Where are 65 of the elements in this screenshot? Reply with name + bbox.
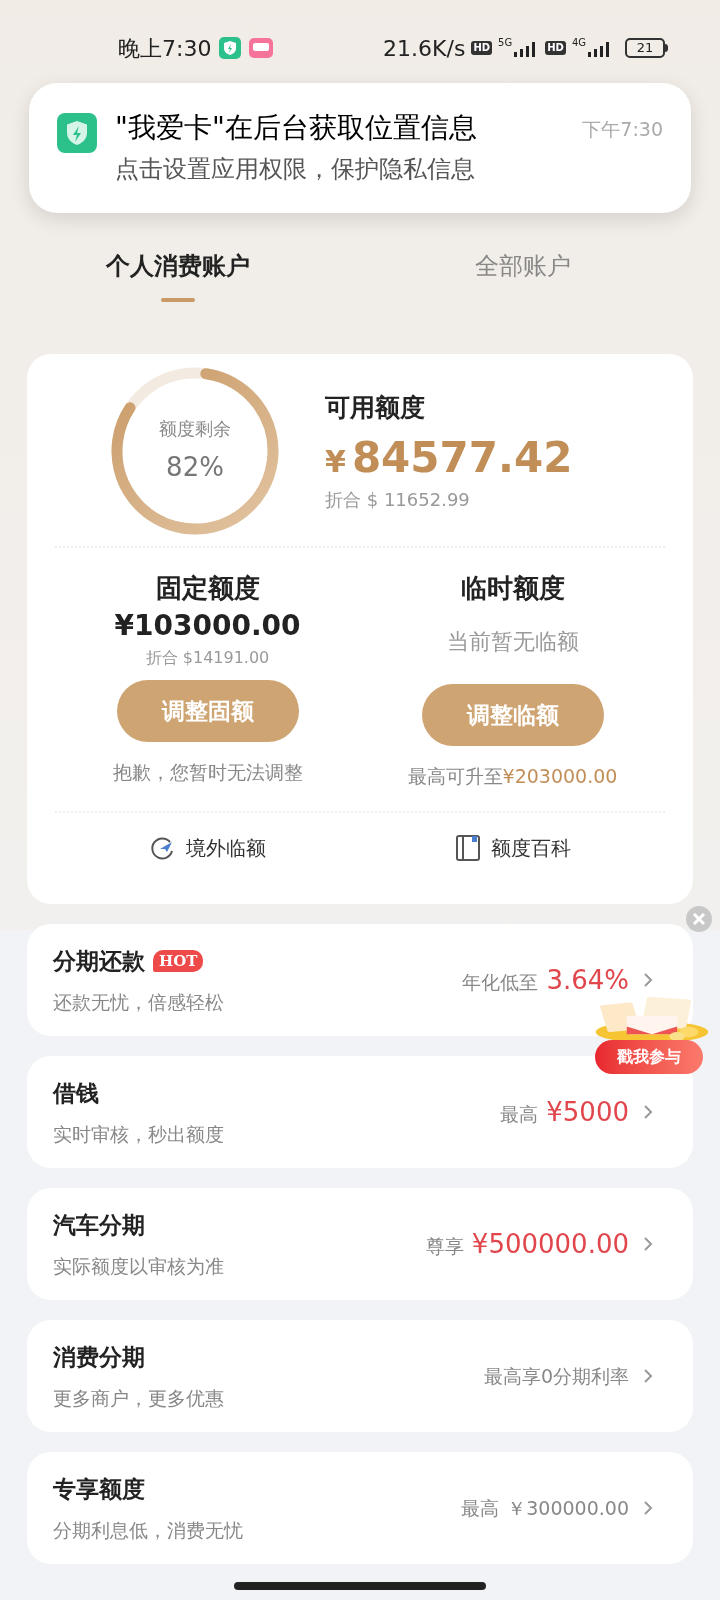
status-time: 晚上7:30 (118, 34, 212, 63)
service-title: 分期还款 (53, 946, 145, 976)
notification-body: 点击设置应用权限，保护隐私信息 (115, 154, 476, 185)
converted-amount: 折合 $ 11652.99 (325, 488, 471, 513)
service-row[interactable]: 汽车分期 实际额度以审核为准 尊享 ¥500000.00 (27, 1188, 693, 1300)
service-title: 借钱 (53, 1078, 99, 1108)
offer-value: ￥300000.00 (507, 1495, 629, 1521)
offer-label: 尊享 (425, 1233, 464, 1259)
quick-link[interactable]: 境外临额 (55, 832, 360, 863)
credit-status: 当前暂无临额 (446, 628, 579, 656)
service-title: 专享额度 (53, 1474, 145, 1504)
credit-type-title: 临时额度 (460, 572, 565, 605)
battery-indicator: 21 (625, 38, 665, 58)
notification-time: 下午7:30 (582, 117, 663, 142)
chevron-right-icon (643, 972, 653, 988)
home-indicator[interactable] (234, 1582, 486, 1590)
selected-tab-indicator (161, 298, 195, 302)
currency-symbol: ¥ (325, 443, 346, 482)
credit-type-title: 固定额度 (155, 572, 260, 605)
chevron-right-icon (643, 1236, 653, 1252)
hot-badge: HOT (153, 949, 204, 972)
offer-label: 年化低至 (462, 969, 539, 995)
service-subtitle: 还款无忧，倍感轻松 (53, 990, 225, 1015)
offer-value: 3.64% (546, 963, 629, 997)
chevron-right-icon (643, 1500, 653, 1516)
account-tab[interactable]: 个人消费账户 (106, 244, 250, 288)
book-icon (454, 833, 481, 862)
service-subtitle: 实时审核，秒出额度 (53, 1122, 225, 1147)
credit-note: 抱歉，您暂时无法调整 (112, 760, 303, 785)
service-row[interactable]: 分期还款 HOT 还款无忧，倍感轻松 年化低至 3.64% (27, 924, 693, 1036)
app-icon (249, 37, 274, 59)
credit-amount: ¥103000.00 (114, 608, 301, 644)
quick-link[interactable]: 额度百科 (360, 832, 665, 863)
offer-value: ¥500000.00 (471, 1227, 629, 1261)
offer-value: ¥5000 (546, 1095, 629, 1129)
service-subtitle: 实际额度以审核为准 (53, 1254, 225, 1279)
ring-label: 额度剩余 (159, 417, 231, 441)
converted-amount: 折合 $14191.00 (145, 647, 270, 669)
notification-title: "我爱卡"在后台获取位置信息 (115, 111, 478, 145)
service-row[interactable]: 专享额度 分期利息低，消费无忧 最高 ￥300000.00 (27, 1452, 693, 1564)
service-title: 汽车分期 (53, 1210, 145, 1240)
offer-label: 最高 (500, 1101, 539, 1127)
service-subtitle: 更多商户，更多优惠 (53, 1386, 225, 1411)
offer-label: 最高 (461, 1495, 500, 1521)
hd-badge: HD (471, 41, 493, 55)
hd-badge: HD (545, 41, 566, 55)
plane-icon (149, 834, 176, 861)
notification-banner[interactable]: "我爱卡"在后台获取位置信息 点击设置应用权限，保护隐私信息 下午7:30 (29, 83, 691, 213)
service-row[interactable]: 消费分期 更多商户，更多优惠 最高享0分期利率 (27, 1320, 693, 1432)
network-type: 5G (498, 38, 513, 48)
credit-note: 最高可升至¥203000.00 (407, 764, 618, 789)
shield-app-icon (57, 113, 97, 153)
close-icon[interactable] (686, 906, 712, 932)
available-credit-amount: 84577.42 (351, 432, 573, 485)
service-title: 消费分期 (53, 1342, 145, 1372)
network-type: 4G (571, 38, 586, 48)
ring-percentage: 82% (166, 451, 224, 484)
shield-app-icon (219, 37, 242, 59)
chevron-right-icon (643, 1104, 653, 1120)
offer-value: 最高享0分期利率 (483, 1363, 629, 1389)
available-credit-label: 可用额度 (325, 391, 426, 424)
chevron-right-icon (643, 1368, 653, 1384)
network-speed: 21.6K/s (383, 34, 466, 63)
join-button[interactable]: 戳我参与 (595, 1040, 703, 1074)
service-subtitle: 分期利息低，消费无忧 (53, 1518, 244, 1543)
